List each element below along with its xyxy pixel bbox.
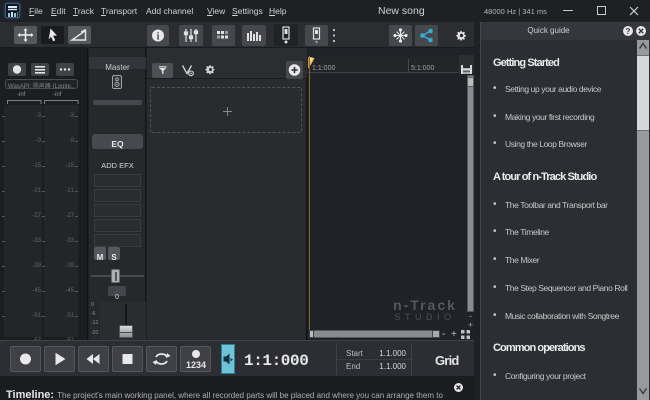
- svg-text:i: i: [157, 32, 160, 43]
- svg-text:?: ?: [626, 27, 631, 36]
- svg-text:1234: 1234: [186, 360, 206, 370]
